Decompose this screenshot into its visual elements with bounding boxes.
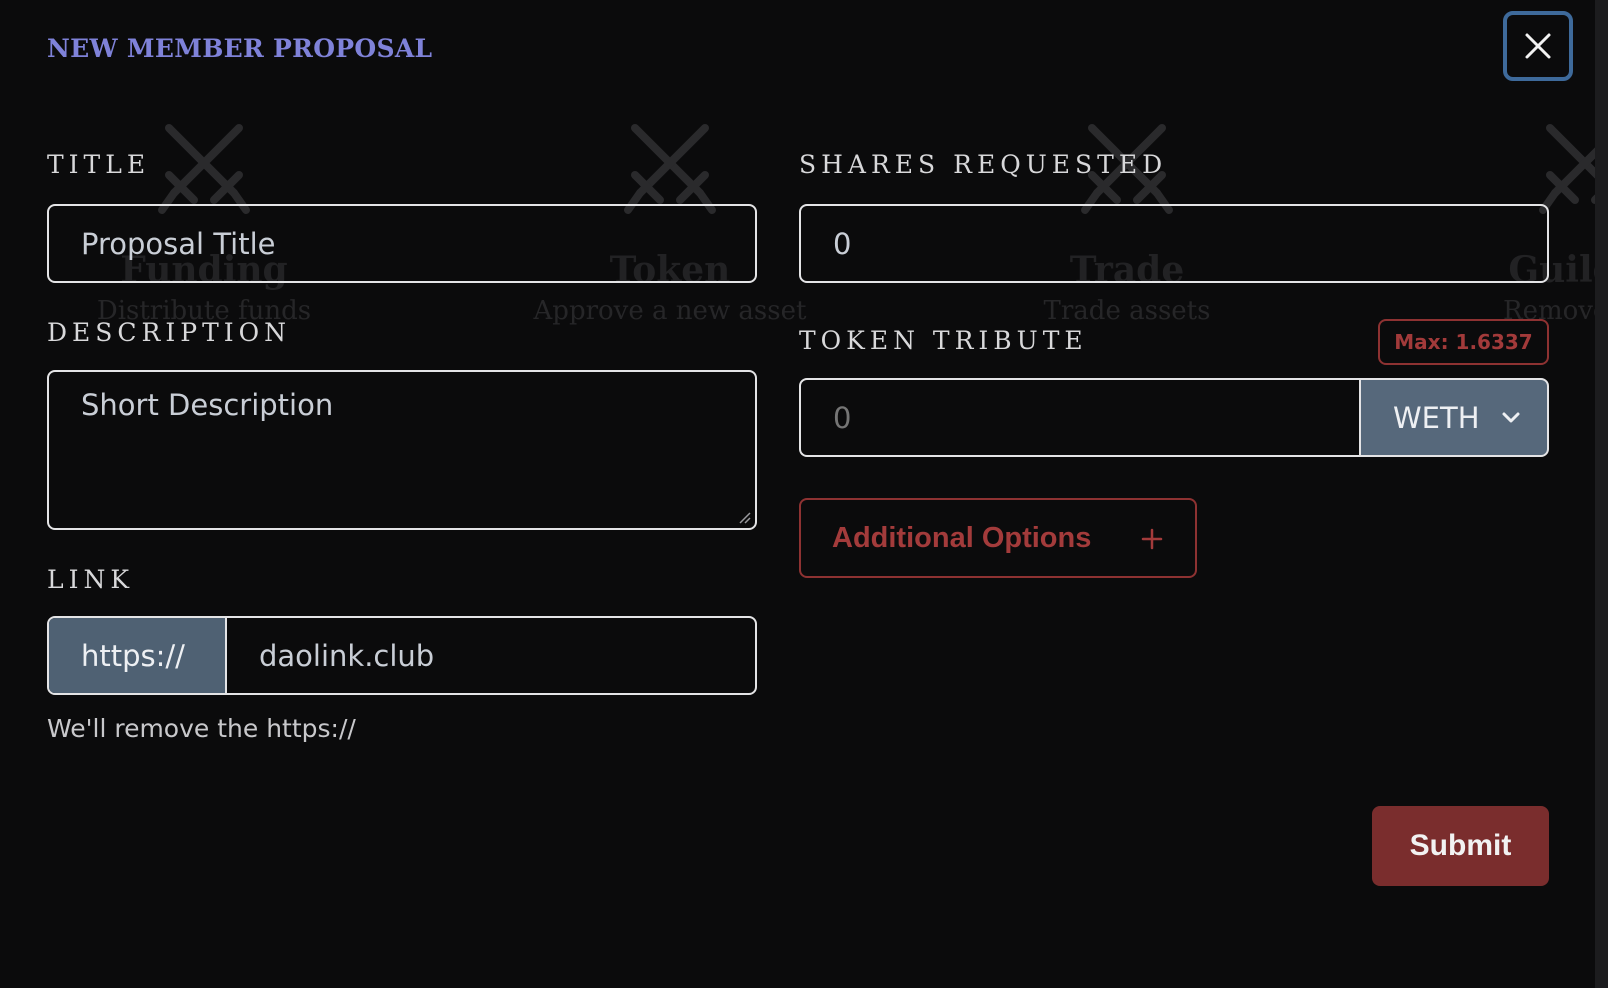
link-input[interactable] [259, 618, 739, 693]
card-subtitle: Trade assets [1043, 296, 1211, 326]
close-icon [1525, 33, 1551, 59]
link-label: LINK [47, 565, 135, 594]
chevron-down-icon [1502, 412, 1520, 423]
additional-options-label: Additional Options [832, 521, 1092, 554]
link-input-group: https:// [47, 616, 757, 695]
token-tribute-label: TOKEN TRIBUTE [799, 326, 1088, 355]
additional-options-button[interactable]: Additional Options [799, 498, 1197, 578]
close-button[interactable] [1503, 11, 1573, 81]
max-balance-button[interactable]: Max: 1.6337 [1378, 319, 1549, 365]
token-tribute-input[interactable] [833, 380, 1333, 455]
token-select[interactable]: WETH [1359, 378, 1549, 457]
card-subtitle: Approve a new asset [533, 296, 807, 326]
crossed-swords-icon [158, 124, 250, 214]
plus-icon [1141, 528, 1163, 550]
title-label: TITLE [47, 150, 151, 179]
link-field [227, 618, 755, 693]
link-helper-text: We'll remove the https:// [47, 714, 356, 743]
token-select-value: WETH [1393, 400, 1480, 435]
crossed-swords-icon [1539, 124, 1595, 214]
resize-handle-icon[interactable] [737, 510, 751, 524]
description-label: DESCRIPTION [47, 318, 291, 347]
description-textarea[interactable] [81, 388, 739, 516]
shares-requested-input[interactable] [833, 206, 1531, 281]
crossed-swords-icon [624, 124, 716, 214]
token-tribute-group: WETH [799, 378, 1549, 457]
shares-requested-label: SHARES REQUESTED [799, 150, 1168, 179]
description-field [47, 370, 757, 530]
link-prefix-addon: https:// [49, 618, 227, 693]
modal-title: NEW MEMBER PROPOSAL [47, 34, 433, 63]
modal-edge [1595, 0, 1608, 988]
submit-button[interactable]: Submit [1372, 806, 1549, 886]
title-input[interactable] [81, 206, 739, 281]
token-tribute-field [799, 378, 1359, 457]
title-field [47, 204, 757, 283]
shares-requested-field [799, 204, 1549, 283]
